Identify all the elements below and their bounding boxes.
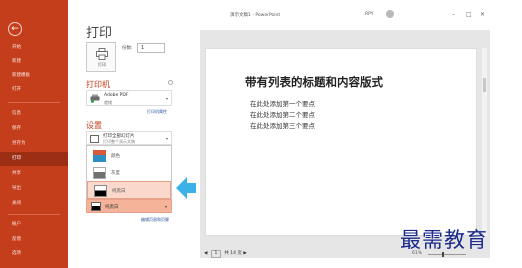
page-navigator: ◀ 1 共 14 页 ▶ <box>204 250 247 258</box>
nav-item-print[interactable]: 打印 <box>0 152 68 166</box>
copies-input[interactable]: 1 <box>137 43 165 53</box>
color-option-label: 纯黑白 <box>112 189 126 194</box>
back-arrow-icon[interactable]: ← <box>8 22 22 36</box>
nav-item-close[interactable]: 关闭 <box>0 197 68 211</box>
nav-divider <box>8 214 60 215</box>
prev-page-icon[interactable]: ◀ <box>204 251 207 256</box>
slides-icon <box>90 135 99 143</box>
color-select[interactable]: 纯黑白 ▾ <box>86 199 172 213</box>
minimize-icon[interactable]: – <box>452 11 455 18</box>
avatar[interactable] <box>386 10 394 18</box>
nav-item-open[interactable]: 打开 <box>0 83 68 97</box>
page-title: 打印 <box>86 26 113 41</box>
copies-label: 份数: <box>122 46 133 51</box>
print-button[interactable]: 打印 <box>86 42 116 72</box>
color-options-menu: 颜色 灰度 纯黑白 <box>86 145 172 199</box>
color-option-grayscale[interactable]: 灰度 <box>87 164 171 182</box>
black-white-swatch-icon <box>94 185 107 197</box>
nav-item-home[interactable]: 开始 <box>0 41 68 55</box>
nav-item-export[interactable]: 导出 <box>0 182 68 196</box>
user-name: RPY <box>365 12 374 17</box>
chevron-down-icon: ▾ <box>165 136 168 141</box>
slide-bullet: 在此处添加第二个要点 <box>250 111 315 119</box>
color-swatch-icon <box>93 150 106 162</box>
printer-icon <box>96 48 108 60</box>
backstage-nav: ← 开始 新建 新建模板 打开 信息 保存 另存为 打印 共享 导出 关闭 帐户… <box>0 0 68 268</box>
page-number-input[interactable]: 1 <box>210 250 221 258</box>
printer-status: 就绪 <box>104 100 112 105</box>
nav-divider <box>8 102 60 103</box>
settings-section-title: 设置 <box>86 121 102 130</box>
print-button-label: 打印 <box>98 62 106 67</box>
printer-properties-link[interactable]: 打印机属性 <box>147 109 167 115</box>
info-icon[interactable] <box>168 80 173 85</box>
scrollbar-thumb[interactable] <box>483 78 486 92</box>
color-select-value: 纯黑白 <box>105 205 119 210</box>
grayscale-swatch-icon <box>93 167 106 179</box>
printer-device-icon <box>90 94 100 103</box>
slide-title: 带有列表的标题和内容版式 <box>245 75 383 89</box>
pointer-arrow-icon <box>176 177 196 199</box>
printer-name: Adobe PDF <box>104 93 129 98</box>
nav-item-info[interactable]: 信息 <box>0 107 68 121</box>
chevron-down-icon: ▾ <box>164 204 167 209</box>
preview-scrollbar[interactable] <box>482 48 487 236</box>
edit-header-footer-link[interactable]: 编辑页眉和页脚 <box>141 217 169 223</box>
nav-item-account[interactable]: 帐户 <box>0 218 68 232</box>
print-range-select[interactable]: 打印全部幻灯片 打印整个演示文稿 ▾ <box>86 131 172 145</box>
nav-item-save-as[interactable]: 另存为 <box>0 137 68 151</box>
color-option-label: 颜色 <box>111 154 120 159</box>
printer-section-title: 打印机 <box>86 80 110 89</box>
nav-item-save[interactable]: 保存 <box>0 122 68 136</box>
color-option-color[interactable]: 颜色 <box>87 147 171 165</box>
slide-bullet: 在此处添加第一个要点 <box>250 100 315 108</box>
color-option-pure-black-white[interactable]: 纯黑白 <box>87 181 171 199</box>
page-total: 共 14 页 <box>224 251 242 256</box>
nav-item-options[interactable]: 选项 <box>0 247 68 261</box>
nav-item-new-template[interactable]: 新建模板 <box>0 69 68 83</box>
black-white-swatch-icon <box>91 202 101 211</box>
color-option-label: 灰度 <box>111 171 120 176</box>
slide-bullet: 在此处添加第三个要点 <box>250 122 315 130</box>
nav-item-feedback[interactable]: 反馈 <box>0 233 68 247</box>
close-icon[interactable]: ✕ <box>480 11 485 18</box>
zoom-slider[interactable] <box>428 252 466 257</box>
window-title: 演示文稿1 - PowerPoint <box>230 13 281 18</box>
next-page-icon[interactable]: ▶ <box>243 251 246 256</box>
printer-select[interactable]: Adobe PDF 就绪 ▾ <box>86 90 172 106</box>
chevron-down-icon: ▾ <box>165 96 168 101</box>
maximize-icon[interactable]: □ <box>466 11 472 18</box>
nav-item-share[interactable]: 共享 <box>0 167 68 181</box>
watermark-logo: 最需教育 <box>400 228 488 252</box>
nav-item-new[interactable]: 新建 <box>0 55 68 69</box>
